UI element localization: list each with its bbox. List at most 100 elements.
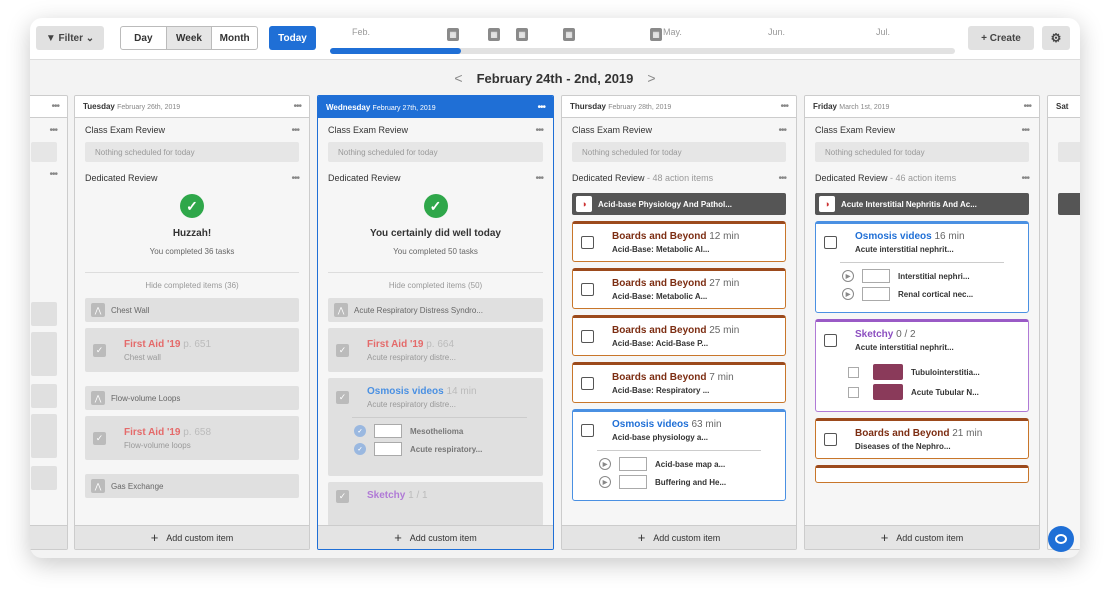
- group-row[interactable]: ⋀ Chest Wall: [85, 298, 299, 322]
- add-custom-item-button[interactable]: + Add custom item: [318, 525, 553, 549]
- more-icon[interactable]: •••: [1023, 101, 1031, 112]
- task-card[interactable]: [815, 465, 1029, 483]
- toolbar: ▼ Filter ⌄ Day Week Month Today Feb. May…: [30, 18, 1080, 60]
- video-thumbnail: [374, 442, 402, 456]
- more-icon[interactable]: •••: [778, 173, 786, 184]
- more-icon[interactable]: •••: [49, 125, 57, 136]
- checkbox[interactable]: [824, 236, 837, 249]
- timeline-scrubber[interactable]: Feb. May. Jun. Jul. ▦ ▦ ▦ ▦ ▦: [330, 18, 955, 60]
- checkbox-checked-icon[interactable]: ✓: [336, 343, 349, 357]
- filter-button[interactable]: ▼ Filter ⌄: [36, 26, 104, 50]
- chevron-right-icon[interactable]: >: [647, 70, 655, 86]
- add-custom-item-button[interactable]: + Add custom item: [562, 525, 796, 549]
- more-icon[interactable]: •••: [49, 169, 57, 180]
- group-row[interactable]: ⋀ Gas Exchange: [85, 474, 299, 498]
- more-icon[interactable]: •••: [51, 101, 59, 112]
- task-card[interactable]: Boards and Beyond 25 min Acid-Base: Acid-…: [572, 315, 786, 356]
- checkbox-checked-icon[interactable]: ✓: [336, 490, 349, 503]
- timeline-month: May.: [663, 27, 682, 37]
- checkbox[interactable]: [581, 377, 594, 390]
- video-row[interactable]: ▶ Acid-base map a...: [599, 457, 777, 471]
- task-item[interactable]: ✓ First Aid '19 p. 664 Acute respiratory d…: [328, 328, 543, 372]
- play-icon: ▶: [599, 458, 611, 470]
- task-card[interactable]: Boards and Beyond 27 min Acid-Base: Metab…: [572, 268, 786, 309]
- calendar-icon[interactable]: ▦: [650, 28, 662, 41]
- hide-completed-link[interactable]: Hide completed items (50): [328, 272, 543, 290]
- view-day-button[interactable]: Day: [121, 27, 167, 49]
- checkbox[interactable]: [824, 334, 837, 347]
- video-row[interactable]: ▶ Buffering and He...: [599, 475, 777, 489]
- chevron-left-icon[interactable]: <: [454, 70, 462, 86]
- column-day: Thursday: [570, 102, 607, 111]
- more-icon[interactable]: •••: [291, 173, 299, 184]
- task-item[interactable]: ✓ First Aid '19 p. 658 Flow-volume loops: [85, 416, 299, 460]
- task-card[interactable]: Boards and Beyond 7 min Acid-Base: Respir…: [572, 362, 786, 403]
- gear-icon[interactable]: ⚙: [1042, 26, 1070, 50]
- task-card[interactable]: Boards and Beyond 21 min Diseases of the …: [815, 418, 1029, 459]
- sketchy-row[interactable]: Tubulointerstitia...: [848, 364, 1020, 380]
- video-row[interactable]: ✓ Acute respiratory...: [354, 442, 543, 456]
- add-custom-item-button[interactable]: [30, 525, 67, 549]
- topic-tag[interactable]: [1058, 193, 1080, 215]
- sketch-thumbnail: [873, 384, 903, 400]
- hide-completed-link[interactable]: Hide completed items (36): [85, 272, 299, 290]
- timeline-month: Jul.: [876, 27, 891, 37]
- task-card[interactable]: Osmosis videos 16 min Acute interstitial …: [815, 221, 1029, 313]
- task-item[interactable]: ✓ Sketchy 1 / 1: [328, 482, 543, 526]
- view-month-button[interactable]: Month: [212, 27, 257, 49]
- group-row[interactable]: [31, 466, 57, 490]
- calendar-icon[interactable]: ▦: [563, 28, 575, 41]
- group-row[interactable]: [31, 302, 57, 326]
- task-card[interactable]: Sketchy 0 / 2 Acute interstitial nephrit.…: [815, 319, 1029, 412]
- checkbox[interactable]: [848, 366, 859, 378]
- view-week-button[interactable]: Week: [166, 27, 213, 49]
- calendar-icon[interactable]: ▦: [516, 28, 528, 41]
- group-row[interactable]: ⋀ Flow-volume Loops: [85, 386, 299, 410]
- more-icon[interactable]: •••: [537, 102, 545, 113]
- lungs-icon: ⋀: [91, 479, 105, 493]
- topic-tag[interactable]: ◑ Acute Interstitial Nephritis And Ac...: [815, 193, 1029, 215]
- checkbox[interactable]: [848, 386, 859, 398]
- more-icon[interactable]: •••: [780, 101, 788, 112]
- chat-bubble-icon[interactable]: [1048, 526, 1074, 552]
- checkbox[interactable]: [824, 433, 837, 446]
- task-item[interactable]: ✓ Osmosis videos 14 min Acute respiratory …: [328, 378, 543, 476]
- video-row[interactable]: ✓ Mesothelioma: [354, 424, 543, 438]
- group-row[interactable]: [31, 384, 57, 408]
- checkbox[interactable]: [581, 424, 594, 437]
- task-card[interactable]: Osmosis videos 63 min Acid-base physiolog…: [572, 409, 786, 501]
- checkbox[interactable]: [581, 283, 594, 296]
- checkbox[interactable]: [581, 236, 594, 249]
- add-custom-item-button[interactable]: + Add custom item: [805, 525, 1039, 549]
- video-thumbnail: [619, 475, 647, 489]
- group-row[interactable]: ⋀ Acute Respiratory Distress Syndro...: [328, 298, 543, 322]
- more-icon[interactable]: •••: [1021, 173, 1029, 184]
- calendar-icon[interactable]: ▦: [447, 28, 459, 41]
- video-row[interactable]: ▶ Interstitial nephri...: [842, 269, 1020, 283]
- more-icon[interactable]: •••: [1021, 125, 1029, 136]
- task-item[interactable]: [31, 332, 57, 376]
- more-icon[interactable]: •••: [291, 125, 299, 136]
- more-icon[interactable]: •••: [535, 173, 543, 184]
- task-card[interactable]: Boards and Beyond 12 min Acid-Base: Metab…: [572, 221, 786, 262]
- video-thumbnail: [619, 457, 647, 471]
- add-custom-item-button[interactable]: + Add custom item: [75, 525, 309, 549]
- class-exam-section: Class Exam Review •••: [318, 118, 553, 142]
- checkbox-checked-icon[interactable]: ✓: [93, 343, 106, 357]
- action-count: - 48 action items: [644, 173, 714, 183]
- checkbox[interactable]: [581, 330, 594, 343]
- checkbox-checked-icon[interactable]: ✓: [93, 431, 106, 445]
- video-row[interactable]: ▶ Renal cortical nec...: [842, 287, 1020, 301]
- today-button[interactable]: Today: [269, 26, 316, 50]
- checkbox-checked-icon[interactable]: ✓: [336, 391, 349, 404]
- topic-tag[interactable]: ◑ Acid-base Physiology And Pathol...: [572, 193, 786, 215]
- sketchy-row[interactable]: Acute Tubular N...: [848, 384, 1020, 400]
- task-item[interactable]: ✓ First Aid '19 p. 651 Chest wall: [85, 328, 299, 372]
- calendar-icon[interactable]: ▦: [488, 28, 500, 41]
- more-icon[interactable]: •••: [778, 125, 786, 136]
- column-header: Wednesday February 27th, 2019 •••: [318, 96, 553, 118]
- create-button[interactable]: + Create: [968, 26, 1034, 50]
- more-icon[interactable]: •••: [293, 101, 301, 112]
- more-icon[interactable]: •••: [535, 125, 543, 136]
- task-item[interactable]: [31, 414, 57, 458]
